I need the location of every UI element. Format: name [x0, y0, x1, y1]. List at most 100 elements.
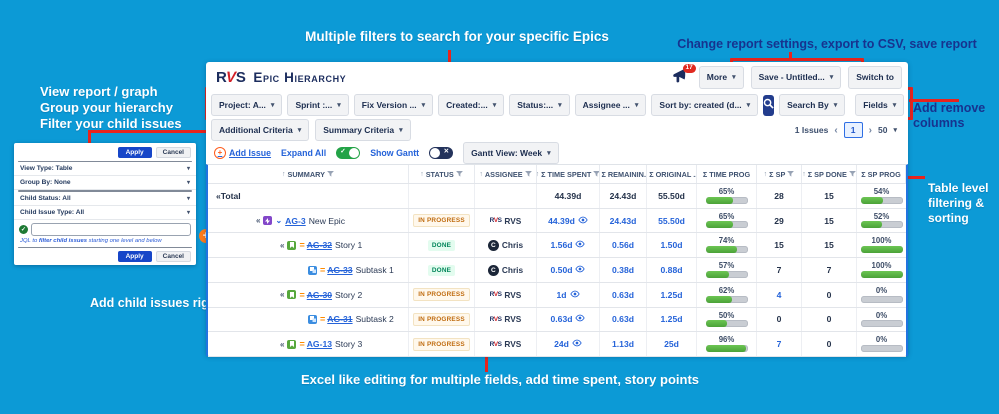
- switch-to-button[interactable]: Switch to: [848, 66, 902, 89]
- issue-key-link[interactable]: AG-3: [285, 216, 306, 226]
- sp-cell[interactable]: 4: [757, 283, 802, 307]
- remaining-cell[interactable]: 0.38d: [600, 258, 647, 282]
- panel-select-3[interactable]: Child Issue Type: All▾: [14, 206, 196, 220]
- remaining-cell[interactable]: 0.63d: [600, 308, 647, 332]
- filter-funnel-icon[interactable]: [456, 170, 463, 179]
- original-cell[interactable]: 1.25d: [647, 283, 697, 307]
- filter-chip-4[interactable]: Status:...▾: [509, 94, 569, 116]
- issue-summary[interactable]: Story 1: [335, 240, 362, 250]
- sp-done-cell[interactable]: 15: [802, 233, 857, 257]
- issue-key-link[interactable]: AG-30: [307, 290, 332, 300]
- eye-icon[interactable]: [578, 216, 588, 226]
- apply-button[interactable]: Apply: [118, 147, 152, 158]
- gantt-toggle[interactable]: ✕: [429, 147, 453, 159]
- column-header--original-[interactable]: ↑Σ ORIGINAL ...: [647, 165, 697, 183]
- panel-select-1[interactable]: Group By: None▾: [14, 176, 196, 190]
- eye-icon[interactable]: [575, 240, 585, 250]
- filter-chip-0[interactable]: Project: A...▾: [211, 94, 282, 116]
- sp-cell[interactable]: 29: [757, 209, 802, 233]
- filter-funnel-icon[interactable]: [787, 170, 794, 179]
- issue-summary[interactable]: Subtask 2: [356, 314, 394, 324]
- time-spent-cell[interactable]: 0.63d: [537, 308, 600, 332]
- collapse-icon[interactable]: «: [280, 241, 284, 250]
- panel-select-2[interactable]: Child Status: All▾: [14, 192, 196, 206]
- original-cell[interactable]: 1.50d: [647, 233, 697, 257]
- table-row-AG-3[interactable]: «⌄AG-3New EpicIN PROGRESSRVSRVS44.39d24.…: [208, 209, 906, 234]
- sp-done-cell[interactable]: 0: [802, 332, 857, 356]
- issue-summary[interactable]: New Epic: [309, 216, 345, 226]
- filter-chip-6[interactable]: Sort by: created (d...▾: [651, 94, 758, 116]
- time-spent-cell[interactable]: 1.56d: [537, 233, 600, 257]
- issue-key-link[interactable]: AG-13: [307, 339, 332, 349]
- table-row-AG-13[interactable]: «=AG-13Story 3IN PROGRESSRVSRVS24d1.13d2…: [208, 332, 906, 357]
- collapse-icon[interactable]: «: [256, 216, 260, 225]
- column-header--time-prog[interactable]: Σ TIME PROG: [697, 165, 757, 183]
- search-by-button[interactable]: Search By▾: [779, 94, 845, 116]
- search-button[interactable]: [763, 95, 774, 116]
- eye-icon[interactable]: [575, 265, 585, 275]
- filter-funnel-icon[interactable]: [327, 170, 334, 179]
- filter-chip-5[interactable]: Assignee ...▾: [575, 94, 647, 116]
- remaining-cell[interactable]: 24.43d: [600, 209, 647, 233]
- column-header-status[interactable]: ↑STATUS: [409, 165, 475, 183]
- collapse-icon[interactable]: «: [280, 340, 284, 349]
- page-size[interactable]: 50: [878, 125, 887, 135]
- more-button[interactable]: More▾: [699, 66, 744, 89]
- jql-input[interactable]: [31, 223, 191, 236]
- sp-done-cell[interactable]: 15: [802, 209, 857, 233]
- column-header-assignee[interactable]: ↑ASSIGNEE: [475, 165, 537, 183]
- status-badge[interactable]: IN PROGRESS: [413, 338, 470, 351]
- status-badge[interactable]: IN PROGRESS: [413, 214, 470, 227]
- issue-summary[interactable]: Subtask 1: [356, 265, 394, 275]
- collapse-icon[interactable]: «: [280, 290, 284, 299]
- filter-chip-1[interactable]: Sprint :...▾: [287, 94, 348, 116]
- original-cell[interactable]: 1.25d: [647, 308, 697, 332]
- filter-funnel-icon[interactable]: [525, 170, 532, 179]
- status-badge[interactable]: IN PROGRESS: [413, 288, 470, 301]
- show-gantt-button[interactable]: Show Gantt: [370, 148, 419, 158]
- gantt-view-select[interactable]: Gantt View: Week▾: [463, 142, 559, 164]
- original-cell[interactable]: 0.88d: [647, 258, 697, 282]
- sp-done-cell[interactable]: 0: [802, 283, 857, 307]
- table-row-AG-30[interactable]: «=AG-30Story 2IN PROGRESSRVSRVS1d0.63d1.…: [208, 283, 906, 308]
- cancel-button[interactable]: Cancel: [156, 251, 191, 262]
- filter-chip-3[interactable]: Created:...▾: [438, 94, 504, 116]
- status-badge[interactable]: DONE: [428, 265, 455, 276]
- eye-icon[interactable]: [570, 290, 580, 300]
- issue-summary[interactable]: Story 2: [335, 290, 362, 300]
- table-row-AG-31[interactable]: =AG-31Subtask 2IN PROGRESSRVSRVS0.63d0.6…: [208, 308, 906, 333]
- next-page-icon[interactable]: ›: [869, 125, 872, 136]
- save-button[interactable]: Save - Untitled...▾: [751, 66, 842, 89]
- criteria-chip-1[interactable]: Summary Criteria▾: [315, 119, 410, 141]
- prev-page-icon[interactable]: ‹: [834, 125, 837, 136]
- remaining-cell[interactable]: 0.56d: [600, 233, 647, 257]
- expand-all-button[interactable]: Expand All: [281, 148, 326, 158]
- column-header-summary[interactable]: ↑SUMMARY: [208, 165, 409, 183]
- current-page[interactable]: 1: [844, 122, 863, 138]
- filter-chip-2[interactable]: Fix Version ...▾: [354, 94, 433, 116]
- apply-button[interactable]: Apply: [118, 251, 152, 262]
- fields-button[interactable]: Fields▾: [855, 94, 904, 116]
- remaining-cell[interactable]: 0.63d: [600, 283, 647, 307]
- criteria-chip-0[interactable]: Additional Criteria▾: [211, 119, 309, 141]
- original-cell[interactable]: 55.50d: [647, 209, 697, 233]
- sp-cell[interactable]: 7: [757, 332, 802, 356]
- time-spent-cell[interactable]: 1d: [537, 283, 600, 307]
- column-header--sp[interactable]: ↑Σ SP: [757, 165, 802, 183]
- original-cell[interactable]: 25d: [647, 332, 697, 356]
- panel-select-0[interactable]: View Type: Table▾: [14, 162, 196, 176]
- sp-cell[interactable]: 0: [757, 308, 802, 332]
- status-badge[interactable]: IN PROGRESS: [413, 313, 470, 326]
- eye-icon[interactable]: [572, 339, 582, 349]
- eye-icon[interactable]: [575, 314, 585, 324]
- remaining-cell[interactable]: 1.13d: [600, 332, 647, 356]
- status-badge[interactable]: DONE: [428, 240, 455, 251]
- sp-done-cell[interactable]: 0: [802, 308, 857, 332]
- table-row-AG-33[interactable]: =AG-33Subtask 1DONECChris0.50d0.38d0.88d…: [208, 258, 906, 283]
- sp-done-cell[interactable]: 7: [802, 258, 857, 282]
- issue-summary[interactable]: Story 3: [335, 339, 362, 349]
- time-spent-cell[interactable]: 0.50d: [537, 258, 600, 282]
- filter-funnel-icon[interactable]: [593, 170, 600, 179]
- megaphone-icon[interactable]: 17: [672, 68, 692, 86]
- cancel-button[interactable]: Cancel: [156, 147, 191, 158]
